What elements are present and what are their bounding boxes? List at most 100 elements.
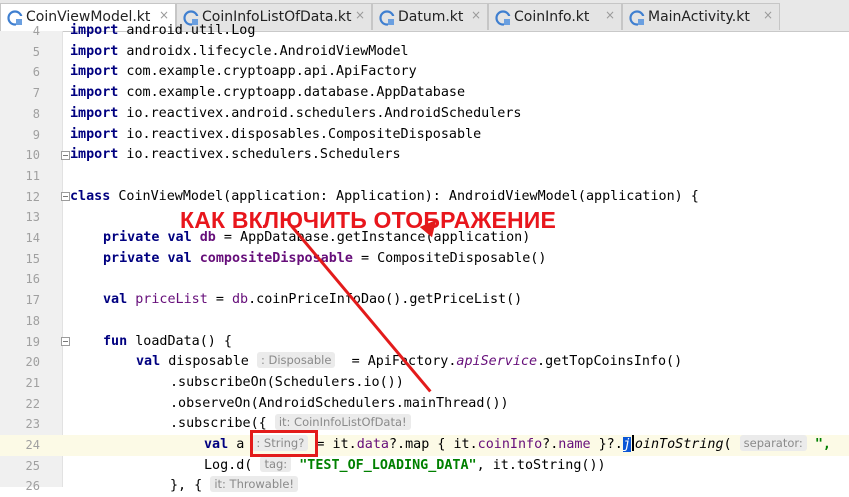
keyword: fun bbox=[103, 333, 128, 349]
code-text: }?. bbox=[590, 437, 623, 452]
line-number: 23 bbox=[25, 417, 40, 432]
line-number: 7 bbox=[32, 86, 40, 101]
code-text: a bbox=[228, 437, 253, 452]
code-text: .observeOn(AndroidSchedulers.mainThread(… bbox=[170, 395, 509, 411]
keyword: private val bbox=[103, 230, 192, 245]
line-number: 21 bbox=[25, 375, 40, 390]
keyword: import bbox=[70, 23, 119, 38]
code-text: io.reactivex.schedulers.Schedulers bbox=[118, 147, 401, 163]
code-line: 7 import com.example.cryptoapp.database.… bbox=[0, 83, 849, 104]
parameter-hint: it: Throwable! bbox=[210, 476, 299, 493]
code-text: CoinViewModel(application: Application):… bbox=[110, 188, 699, 204]
keyword: class bbox=[70, 188, 111, 204]
close-icon[interactable]: × bbox=[471, 8, 481, 22]
code-text: disposable bbox=[160, 354, 257, 370]
code-line: 11 bbox=[0, 166, 849, 187]
keyword: val bbox=[103, 292, 128, 308]
property-ref: db bbox=[232, 292, 249, 308]
parameter-hint: it: CoinInfoListOfData! bbox=[274, 414, 411, 431]
code-line: 15 private val compositeDisposable = Com… bbox=[0, 249, 849, 270]
property-ref: apiService bbox=[456, 354, 538, 370]
code-line: 4 import android.util.Log bbox=[0, 21, 849, 42]
code-line: 8 import io.reactivex.android.schedulers… bbox=[0, 104, 849, 125]
line-number: 24 bbox=[25, 438, 40, 452]
code-line: 16 bbox=[0, 269, 849, 290]
code-text: ?.map { it. bbox=[388, 437, 478, 452]
close-icon[interactable]: × bbox=[355, 8, 365, 22]
line-number: 8 bbox=[32, 106, 40, 121]
line-number: 16 bbox=[25, 272, 40, 287]
fold-marker-icon[interactable] bbox=[61, 151, 70, 160]
code-text: io.reactivex.disposables.CompositeDispos… bbox=[118, 126, 482, 142]
annotation-caption: КАК ВКЛЮЧИТЬ ОТОБРАЖЕНИЕ bbox=[180, 207, 557, 233]
function-call: oinToString bbox=[634, 437, 724, 452]
string-literal: ", bbox=[806, 437, 831, 452]
code-text: loadData() { bbox=[127, 333, 232, 349]
code-line: 23 .subscribe({ it: CoinInfoListOfData! bbox=[0, 414, 849, 435]
code-text: androidx.lifecycle.AndroidViewModel bbox=[118, 43, 409, 59]
line-number: 13 bbox=[25, 210, 40, 225]
line-number: 19 bbox=[25, 334, 40, 349]
code-text: = bbox=[207, 292, 232, 308]
keyword: private val bbox=[103, 250, 192, 266]
type-hint: : Disposable bbox=[256, 352, 336, 369]
line-number: 5 bbox=[32, 44, 40, 59]
code-text: .subscribeOn(Schedulers.io()) bbox=[170, 374, 404, 390]
code-line: 9 import io.reactivex.disposables.Compos… bbox=[0, 125, 849, 146]
code-line: 19 fun loadData() { bbox=[0, 332, 849, 353]
keyword: import bbox=[70, 43, 119, 59]
line-number: 14 bbox=[25, 231, 40, 245]
keyword: import bbox=[70, 105, 119, 121]
line-number: 6 bbox=[32, 65, 40, 80]
property-ref: name bbox=[558, 437, 591, 452]
code-text: }, { bbox=[170, 478, 211, 494]
fold-marker-icon[interactable] bbox=[61, 337, 70, 346]
code-line: 12 class CoinViewModel(application: Appl… bbox=[0, 187, 849, 208]
fold-marker-icon[interactable] bbox=[61, 192, 70, 201]
code-line: 10 import io.reactivex.schedulers.Schedu… bbox=[0, 145, 849, 166]
line-number: 9 bbox=[32, 127, 40, 142]
code-line: 22 .observeOn(AndroidSchedulers.mainThre… bbox=[0, 394, 849, 415]
line-number: 20 bbox=[25, 355, 40, 370]
text-cursor bbox=[631, 435, 634, 451]
close-icon[interactable]: × bbox=[159, 8, 169, 22]
line-number: 11 bbox=[25, 168, 40, 183]
code-text: Log.d( bbox=[204, 457, 261, 473]
code-text: android.util.Log bbox=[118, 23, 256, 38]
code-text: .coinPriceInfoDao().getPriceList() bbox=[248, 292, 523, 308]
keyword: val bbox=[204, 437, 229, 452]
line-number: 4 bbox=[32, 24, 40, 38]
code-text: ( bbox=[723, 437, 740, 452]
code-line: 20 val disposable : Disposable = ApiFact… bbox=[0, 352, 849, 373]
line-number: 15 bbox=[25, 251, 40, 266]
keyword: import bbox=[70, 126, 119, 142]
line-number: 17 bbox=[25, 293, 40, 308]
code-editor[interactable]: 4 import android.util.Log 5 import andro… bbox=[0, 23, 849, 493]
code-text: io.reactivex.android.schedulers.AndroidS… bbox=[118, 105, 522, 121]
line-number: 18 bbox=[25, 313, 40, 328]
annotation-highlight-box bbox=[250, 430, 318, 457]
code-line-current: 24 val a : String? = it.data?.map { it.c… bbox=[0, 435, 849, 456]
code-line: 18 bbox=[0, 311, 849, 332]
selected-char: j bbox=[622, 437, 631, 452]
code-line: 17 val priceList = db.coinPriceInfoDao()… bbox=[0, 290, 849, 311]
keyword: import bbox=[70, 85, 119, 101]
code-text: ?. bbox=[542, 437, 559, 452]
property-ref: data bbox=[356, 437, 389, 452]
property-ref: coinInfo bbox=[477, 437, 543, 452]
property-name: priceList bbox=[127, 292, 208, 308]
code-text: = CompositeDisposable() bbox=[352, 250, 547, 266]
parameter-hint: tag: bbox=[260, 455, 292, 472]
code-text: = ApiFactory. bbox=[335, 354, 457, 370]
code-text: com.example.cryptoapp.api.ApiFactory bbox=[118, 64, 417, 80]
code-line: 5 import androidx.lifecycle.AndroidViewM… bbox=[0, 42, 849, 63]
close-icon[interactable]: × bbox=[763, 8, 773, 22]
keyword: import bbox=[70, 64, 119, 80]
line-number: 25 bbox=[25, 458, 40, 473]
code-text: , it.toString()) bbox=[476, 457, 606, 473]
code-text: com.example.cryptoapp.database.AppDataba… bbox=[118, 85, 466, 101]
line-number: 12 bbox=[25, 189, 40, 204]
close-icon[interactable]: × bbox=[605, 8, 615, 22]
parameter-hint: separator: bbox=[739, 435, 807, 451]
line-number: 10 bbox=[25, 148, 40, 163]
